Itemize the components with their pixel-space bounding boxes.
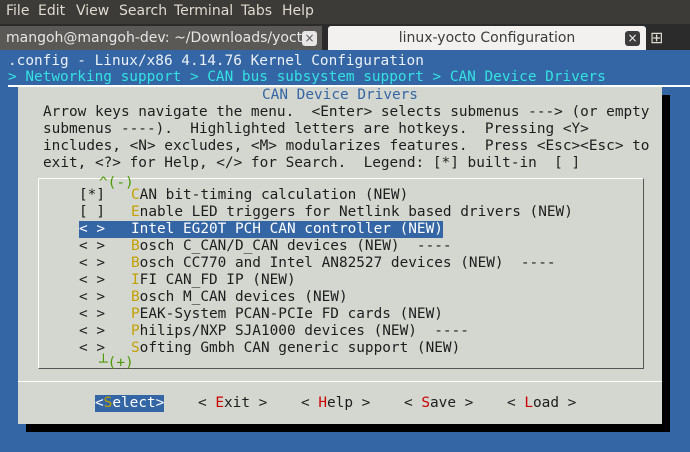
option-label: ntel EG20T PCH CAN controller (NEW) bbox=[139, 221, 443, 237]
hotkey-letter: I bbox=[131, 272, 140, 288]
menu-search[interactable]: Search bbox=[119, 3, 167, 19]
list-item[interactable]: [ ] Enable LED triggers for Netlink base… bbox=[79, 204, 573, 221]
list-item[interactable]: < > Philips/NXP SJA1000 devices (NEW) --… bbox=[79, 323, 469, 340]
tab-label: linux-yocto Configuration bbox=[398, 30, 576, 46]
option-checkbox[interactable]: < > bbox=[79, 340, 105, 356]
option-label: AN bit-timing calculation (NEW) bbox=[139, 187, 409, 203]
dialog-shadow-right bbox=[662, 95, 670, 432]
options-list: ^(-) [*] CAN bit-timing calculation (NEW… bbox=[38, 175, 644, 372]
option-checkbox[interactable]: < > bbox=[79, 306, 105, 322]
menu-help[interactable]: Help bbox=[282, 3, 314, 19]
hotkey-letter: B bbox=[131, 238, 140, 254]
help-line: Arrow keys navigate the menu. <Enter> se… bbox=[43, 104, 650, 120]
tab-linux-yocto-configuration[interactable]: linux-yocto Configuration × bbox=[328, 26, 646, 50]
button-bracket: < bbox=[507, 395, 525, 411]
menu-tabs[interactable]: Tabs bbox=[241, 3, 272, 19]
dialog-title: CAN Device Drivers bbox=[253, 87, 427, 103]
save-button[interactable]: < Save > bbox=[404, 395, 473, 412]
option-label: ofting Gmbh CAN generic support (NEW) bbox=[139, 340, 461, 356]
button-label: ave > bbox=[430, 395, 474, 411]
tab-bar: mangoh@mangoh-dev: ~/Downloads/yoct... ×… bbox=[0, 24, 690, 50]
option-label: osch C_CAN/D_CAN devices (NEW) ---- bbox=[139, 238, 452, 254]
select-button[interactable]: <Select> bbox=[95, 395, 165, 412]
list-item[interactable]: < > Bosch CC770 and Intel AN82527 device… bbox=[79, 255, 556, 272]
option-checkbox[interactable]: < > bbox=[79, 272, 105, 288]
option-checkbox[interactable]: < > bbox=[79, 238, 105, 254]
help-line: includes, <N> excludes, <M> modularizes … bbox=[43, 138, 650, 154]
list-item[interactable]: < > IFI CAN_FD IP (NEW) bbox=[79, 272, 296, 289]
tab-label: mangoh@mangoh-dev: ~/Downloads/yoct... bbox=[6, 30, 316, 46]
menu-dialog: CAN Device Drivers Arrow keys navigate t… bbox=[18, 87, 662, 424]
button-label: xit > bbox=[224, 395, 268, 411]
hotkey-letter: B bbox=[131, 255, 140, 271]
button-separator bbox=[18, 381, 662, 382]
option-label: nable LED triggers for Netlink based dri… bbox=[139, 204, 573, 220]
hotkey-letter: I bbox=[131, 221, 140, 237]
breadcrumb: > Networking support > CAN bus subsystem… bbox=[8, 69, 606, 85]
close-icon[interactable]: × bbox=[625, 31, 640, 46]
hotkey-letter: E bbox=[215, 395, 224, 411]
list-item[interactable]: < > Softing Gmbh CAN generic support (NE… bbox=[79, 340, 460, 357]
exit-button[interactable]: < Exit > bbox=[198, 395, 267, 412]
hotkey-letter: B bbox=[131, 289, 140, 305]
load-button[interactable]: < Load > bbox=[507, 395, 576, 412]
button-label: elect> bbox=[112, 395, 165, 411]
dialog-shadow-bottom bbox=[26, 424, 670, 432]
new-tab-icon[interactable]: ⊞ bbox=[650, 26, 690, 50]
option-label: osch M_CAN devices (NEW) bbox=[139, 289, 348, 305]
hotkey-letter: C bbox=[131, 187, 140, 203]
option-checkbox[interactable]: < > bbox=[79, 323, 105, 339]
menu-file[interactable]: File bbox=[6, 3, 29, 19]
hotkey-letter: E bbox=[131, 204, 140, 220]
option-checkbox[interactable]: < > bbox=[79, 221, 105, 237]
button-label: elp > bbox=[327, 395, 371, 411]
option-label: hilips/NXP SJA1000 devices (NEW) ---- bbox=[139, 323, 469, 339]
help-line: exit, <?> for Help, </> for Search. Lege… bbox=[43, 155, 581, 171]
button-bracket: < bbox=[404, 395, 422, 411]
hotkey-letter: H bbox=[318, 395, 327, 411]
list-item[interactable]: < > Intel EG20T PCH CAN controller (NEW) bbox=[79, 221, 443, 238]
option-label: osch CC770 and Intel AN82527 devices (NE… bbox=[139, 255, 556, 271]
list-item[interactable]: < > Bosch M_CAN devices (NEW) bbox=[79, 289, 348, 306]
menu-edit[interactable]: Edit bbox=[38, 3, 65, 19]
tab-mangoh-dev[interactable]: mangoh@mangoh-dev: ~/Downloads/yoct... × bbox=[0, 26, 322, 50]
scroll-down-indicator[interactable]: ┴(+) bbox=[99, 355, 134, 372]
hotkey-letter: P bbox=[131, 306, 140, 322]
terminal-area[interactable]: .config - Linux/x86 4.14.76 Kernel Confi… bbox=[0, 50, 690, 452]
close-icon[interactable]: × bbox=[302, 31, 317, 46]
option-checkbox[interactable]: < > bbox=[79, 255, 105, 271]
help-line: submenus ----). Highlighted letters are … bbox=[43, 121, 589, 137]
option-checkbox[interactable]: [*] bbox=[79, 187, 105, 203]
menu-view[interactable]: View bbox=[76, 3, 109, 19]
option-label: EAK-System PCAN-PCIe FD cards (NEW) bbox=[139, 306, 443, 322]
hotkey-letter: S bbox=[131, 340, 140, 356]
list-item[interactable]: [*] CAN bit-timing calculation (NEW) bbox=[79, 187, 408, 204]
button-bracket: < bbox=[95, 395, 104, 411]
button-bracket: < bbox=[301, 395, 319, 411]
hotkey-letter: P bbox=[131, 323, 140, 339]
button-label: oad > bbox=[533, 395, 577, 411]
menubar: File Edit View Search Terminal Tabs Help bbox=[0, 0, 690, 24]
config-title: .config - Linux/x86 4.14.76 Kernel Confi… bbox=[8, 53, 424, 69]
list-item[interactable]: < > PEAK-System PCAN-PCIe FD cards (NEW) bbox=[79, 306, 443, 323]
option-checkbox[interactable]: [ ] bbox=[79, 204, 105, 220]
option-label: FI CAN_FD IP (NEW) bbox=[139, 272, 296, 288]
button-bracket: < bbox=[198, 395, 216, 411]
hotkey-letter: S bbox=[421, 395, 430, 411]
list-item[interactable]: < > Bosch C_CAN/D_CAN devices (NEW) ---- bbox=[79, 238, 452, 255]
hotkey-letter: L bbox=[524, 395, 533, 411]
option-checkbox[interactable]: < > bbox=[79, 289, 105, 305]
menu-terminal[interactable]: Terminal bbox=[174, 3, 233, 19]
help-button[interactable]: < Help > bbox=[301, 395, 370, 412]
